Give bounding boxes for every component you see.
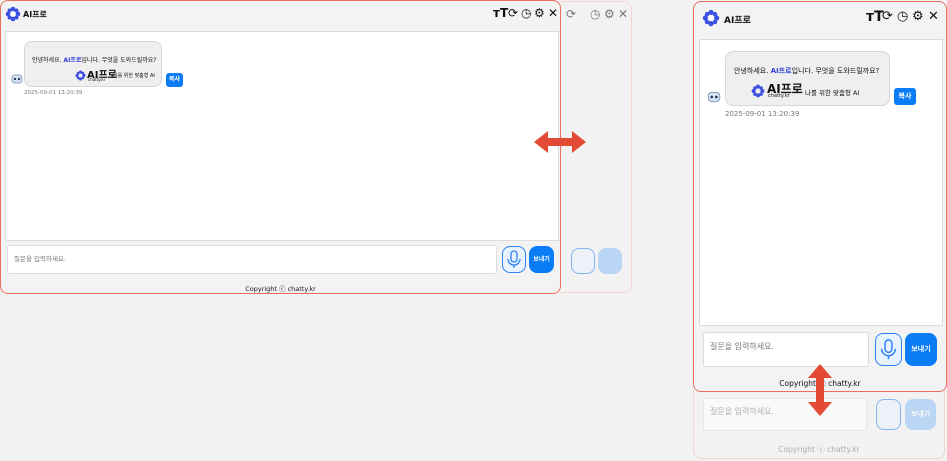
mic-button[interactable] xyxy=(502,246,526,273)
logo-subtext: chatty.kr xyxy=(88,77,106,82)
ghost-gear-icon: ⚙ xyxy=(604,7,615,21)
ghost-mic-button-bottom xyxy=(876,399,901,430)
footer-copyright: Copyright ⓒ chatty.kr xyxy=(245,285,316,293)
message-timestamp-right: 2025-09-01 13:20:39 xyxy=(725,110,800,118)
font-size-icon[interactable]: ᴛT xyxy=(493,5,508,21)
tagline-text-right: 나를 위한 맞춤형 AI xyxy=(805,89,860,97)
refresh-icon[interactable]: ⟳ xyxy=(508,5,518,21)
brand-title: AI프로 xyxy=(23,10,47,19)
question-input-right[interactable]: 질문을 입력하세요. xyxy=(703,332,869,367)
question-input[interactable]: 질문을 입력하세요. xyxy=(7,245,497,274)
chat-area: 안녕하세요. AI프로입니다. 무엇을 도와드릴까요? AI프로 chatty.… xyxy=(5,31,559,241)
tagline-text: 나를 위한 맞춤형 AI xyxy=(113,73,155,79)
bot-avatar-icon xyxy=(11,74,23,84)
chat-window-left: AI프로 ᴛT ⟳ ◷ ⚙ ✕ 안녕하세요. AI프로입니다. 무엇을 도와드릴… xyxy=(0,0,561,294)
settings-gear-icon-right[interactable]: ⚙ xyxy=(912,9,924,25)
ghost-refresh-icon: ⟳ xyxy=(566,7,577,21)
ghost-mic-button xyxy=(571,248,595,274)
bot-avatar-icon-right xyxy=(707,91,721,103)
microphone-icon xyxy=(507,250,521,268)
copy-button[interactable]: 복사 xyxy=(166,73,183,87)
message-timestamp: 2025-09-01 13:20:39 xyxy=(24,90,83,96)
refresh-icon-right[interactable]: ⟳ xyxy=(882,9,893,25)
history-icon[interactable]: ◷ xyxy=(521,5,531,21)
close-icon-right[interactable]: ✕ xyxy=(928,9,939,25)
copy-button-right[interactable]: 복사 xyxy=(894,88,916,105)
header-right: AI프로 ᴛT ⟳ ◷ ⚙ ✕ xyxy=(694,2,946,28)
horizontal-resize-arrow-icon xyxy=(534,131,586,153)
ghost-question-input: 질문을 입력하세요. xyxy=(703,398,867,431)
greeting-text: 안녕하세요. AI프로입니다. 무엇을 도와드릴까요? xyxy=(32,57,157,64)
header: AI프로 ᴛT ⟳ ◷ ⚙ ✕ xyxy=(1,1,560,27)
brand-logo-icon xyxy=(5,6,21,22)
brand-title-right: AI프로 xyxy=(724,16,751,26)
microphone-icon-right xyxy=(880,339,897,360)
chat-area-right: 안녕하세요. AI프로입니다. 무엇을 도와드릴까요? AI프로 chatty.… xyxy=(699,39,943,326)
ghost-send-button xyxy=(598,248,622,274)
ghost-history-icon: ◷ xyxy=(590,7,601,21)
settings-gear-icon[interactable]: ⚙ xyxy=(534,5,545,21)
ghost-send-button-bottom: 보내기 xyxy=(905,399,936,430)
chat-window-right: AI프로 ᴛT ⟳ ◷ ⚙ ✕ 안녕하세요. AI프로입니다. 무엇을 도와드릴… xyxy=(693,1,947,392)
bubble-logo-icon-right xyxy=(751,84,765,98)
ghost-footer-copyright: Copyright ⓒ chatty.kr xyxy=(778,445,860,454)
history-icon-right[interactable]: ◷ xyxy=(897,9,908,25)
bot-message-bubble-right: 안녕하세요. AI프로입니다. 무엇을 도와드릴까요? AI프로 chatty.… xyxy=(725,51,890,106)
send-button[interactable]: 보내기 xyxy=(529,246,554,273)
send-button-right[interactable]: 보내기 xyxy=(905,333,937,366)
vertical-resize-arrow-icon xyxy=(808,364,832,416)
close-icon[interactable]: ✕ xyxy=(548,5,558,21)
greeting-text-right: 안녕하세요. AI프로입니다. 무엇을 도와드릴까요? xyxy=(734,67,880,75)
mic-button-right[interactable] xyxy=(875,333,902,366)
bot-message-bubble: 안녕하세요. AI프로입니다. 무엇을 도와드릴까요? AI프로 chatty.… xyxy=(24,41,162,87)
bubble-logo-icon xyxy=(75,70,86,81)
logo-subtext-right: chatty.kr xyxy=(768,93,790,99)
brand-logo-icon-right xyxy=(702,9,720,27)
ghost-close-icon: ✕ xyxy=(618,7,629,21)
